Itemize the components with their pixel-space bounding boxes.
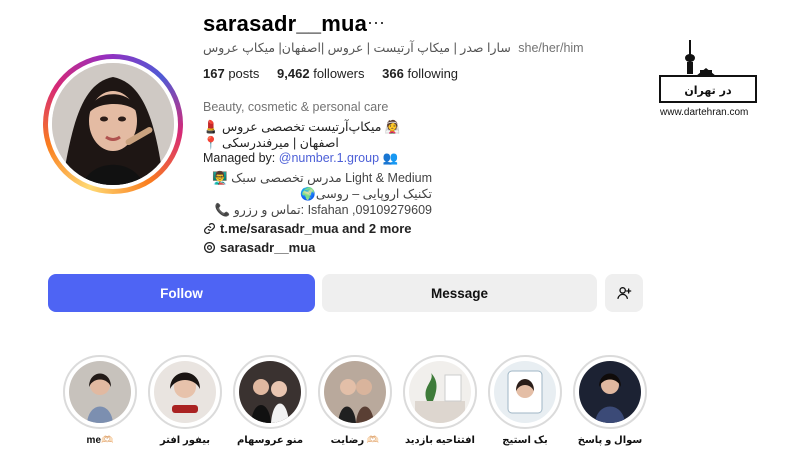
highlight-label: رضایت 🫶🏻 [330, 435, 380, 446]
more-options-icon[interactable]: ··· [367, 12, 385, 33]
highlight-qa[interactable]: سوال و پاسخ [573, 355, 647, 465]
highlight-thumbnail [494, 361, 556, 423]
followers-stat[interactable]: 9,462 followers [277, 66, 364, 81]
managed-by-line: Managed by: @number.1.group 👥 [203, 151, 398, 166]
bio-line-2: 📍 اصفهان | میرفندرسکی [203, 136, 339, 150]
highlight-before-after[interactable]: بیفور افتر [148, 355, 222, 465]
following-count: 366 [382, 66, 404, 81]
highlight-my-brides[interactable]: منو عروسهام [233, 355, 307, 465]
highlight-thumbnail [154, 361, 216, 423]
highlight-ring [403, 355, 477, 429]
posts-stat: 167 posts [203, 66, 259, 81]
highlight-opening[interactable]: افتتاحیه بازدید [403, 355, 477, 465]
managed-by-link[interactable]: @number.1.group [279, 151, 379, 165]
highlight-ring [63, 355, 137, 429]
profile-external-link[interactable]: t.me/sarasadr_mua and 2 more [203, 221, 411, 236]
threads-link[interactable]: sarasadr__mua [203, 240, 315, 255]
profile-pronouns: she/her/him [518, 41, 584, 55]
milad-tower-icon: در تهران [659, 40, 757, 103]
avatar-ring-gap [48, 59, 178, 189]
highlight-label: منو عروسهام [236, 435, 304, 446]
posts-label: posts [228, 66, 260, 81]
profile-category: Beauty, cosmetic & personal care [203, 100, 389, 114]
highlight-thumbnail [409, 361, 471, 423]
highlight-thumbnail [239, 361, 301, 423]
profile-avatar[interactable] [43, 54, 183, 194]
highlight-me[interactable]: me🫶🏻 [63, 355, 137, 465]
highlight-label: سوال و پاسخ [577, 435, 643, 446]
posts-count: 167 [203, 66, 225, 81]
suggested-accounts-button[interactable] [605, 274, 643, 312]
threads-icon [203, 241, 216, 254]
watermark-site: www.dartehran.com [660, 107, 749, 118]
logo-wordmark: در تهران [684, 84, 732, 97]
managed-by-emoji: 👥 [382, 151, 399, 165]
following-stat[interactable]: 366 following [382, 66, 458, 81]
followers-count: 9,462 [277, 66, 310, 81]
highlight-label: me🫶🏻 [86, 435, 114, 446]
highlight-satisfaction[interactable]: رضایت 🫶🏻 [318, 355, 392, 465]
highlight-ring [488, 355, 562, 429]
profile-full-name: سارا صدر | میکاپ آرتیست | عروس |اصفهان| … [203, 41, 511, 55]
profile-username: sarasadr__mua [203, 11, 368, 36]
profile-stats: 167 posts 9,462 followers 366 following [203, 66, 472, 81]
bio-rtl-line-3: 📞 تماس و رزرو: Isfahan ,09109279609 [214, 203, 432, 217]
person-add-icon [617, 287, 632, 299]
highlight-label: افتتاحیه بازدید [405, 435, 475, 446]
managed-by-label: Managed by: [203, 151, 276, 165]
bio-line-1: 💄 میکاپ‌آرتیست تخصصی عروس 👰 [203, 120, 401, 134]
highlight-ring [148, 355, 222, 429]
link-icon [204, 223, 215, 234]
followers-label: followers [313, 66, 365, 81]
highlight-ring [233, 355, 307, 429]
threads-handle: sarasadr__mua [220, 240, 316, 255]
follow-button[interactable]: Follow [48, 274, 315, 312]
bio-rtl-line-1: 👨‍🏫 مدرس تخصصی سبک Light & Medium [212, 171, 432, 185]
highlight-label: بیفور افتر [159, 435, 211, 446]
bio-rtl-line-2: 🌍تکنیک اروپایی – روسی [300, 187, 432, 201]
following-label: following [407, 66, 459, 81]
highlight-label: بک استیج [502, 435, 548, 446]
highlight-backstage[interactable]: بک استیج [488, 355, 562, 465]
highlight-thumbnail [69, 361, 131, 423]
message-button[interactable]: Message [322, 274, 597, 312]
profile-name-line: سارا صدر | میکاپ آرتیست | عروس |اصفهان| … [203, 40, 584, 55]
avatar-photo [52, 63, 174, 185]
highlight-ring [573, 355, 647, 429]
external-link-text: t.me/sarasadr_mua and 2 more [220, 221, 412, 236]
highlight-ring [318, 355, 392, 429]
highlight-thumbnail [324, 361, 386, 423]
highlight-thumbnail [579, 361, 641, 423]
avatar-illustration [52, 63, 174, 185]
